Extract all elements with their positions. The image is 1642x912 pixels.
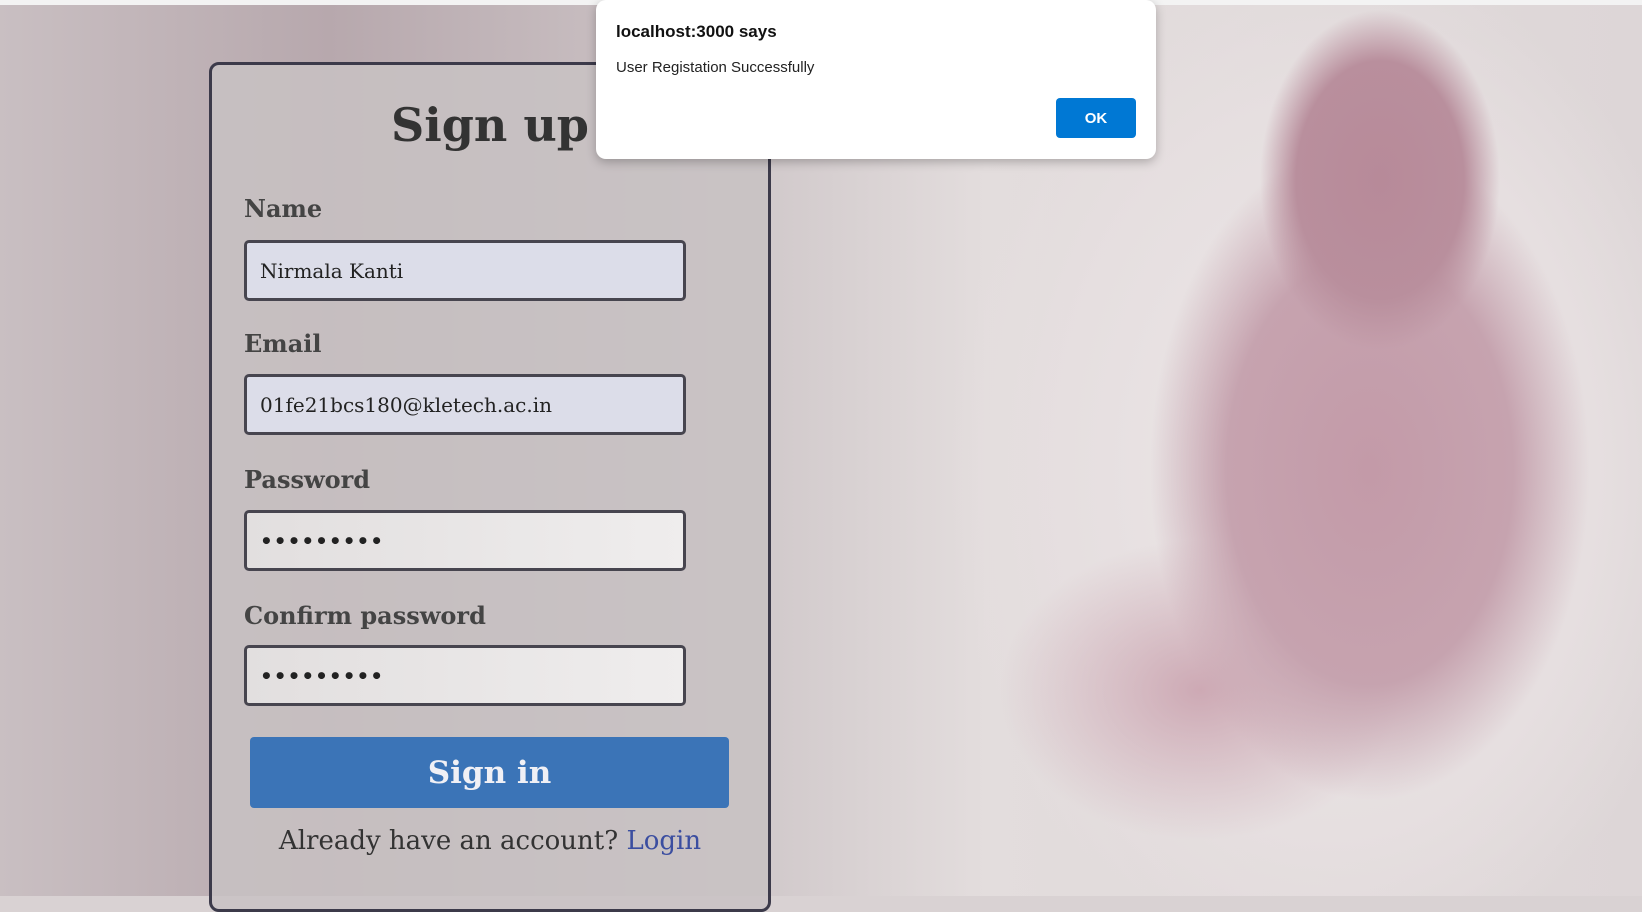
password-label: Password: [244, 465, 371, 494]
ok-button[interactable]: OK: [1056, 98, 1136, 138]
dialog-message: User Registation Successfully: [616, 59, 815, 76]
password-input[interactable]: •••••••••: [244, 510, 686, 571]
email-label: Email: [244, 329, 322, 358]
dialog-title: localhost:3000 says: [616, 22, 777, 41]
name-label: Name: [244, 194, 323, 223]
sign-in-button[interactable]: Sign in: [250, 737, 729, 808]
login-prompt: Already have an account? Login: [209, 826, 771, 856]
confirm-password-label: Confirm password: [244, 601, 486, 630]
footer-text: Already have an account?: [278, 826, 619, 856]
name-input[interactable]: Nirmala Kanti: [244, 240, 686, 301]
email-input[interactable]: 01fe21bcs180@kletech.ac.in: [244, 374, 686, 435]
confirm-password-input[interactable]: •••••••••: [244, 645, 686, 706]
alert-dialog: localhost:3000 says User Registation Suc…: [596, 0, 1156, 159]
login-link[interactable]: Login: [626, 826, 701, 856]
